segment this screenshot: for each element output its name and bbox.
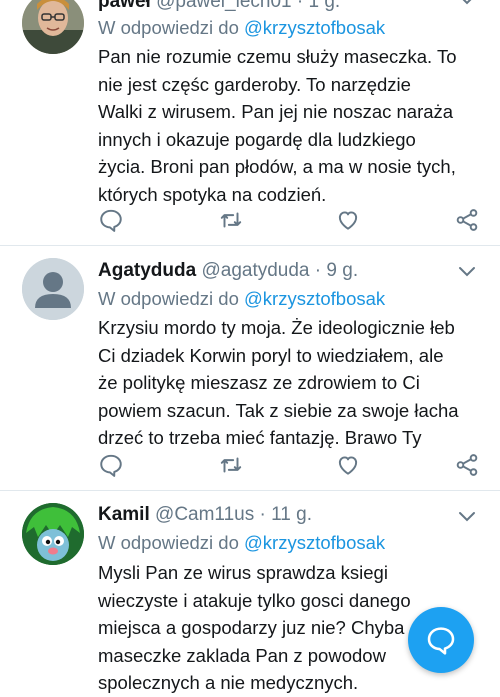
text-line: spolecznych a nie medycznych. [98, 672, 359, 693]
text-line: powiem szacun. Tak z siebie za swoje łac… [98, 399, 459, 421]
cartoon-character-avatar [22, 503, 84, 565]
display-name[interactable]: Kamil [98, 504, 150, 525]
text-line: że politykę mieszasz ze zdrowiem to Ci [98, 372, 420, 393]
reply-icon[interactable] [98, 452, 124, 478]
retweet-icon[interactable] [218, 452, 244, 478]
tweet-2[interactable]: Agatyduda @agatyduda · 9 g. W odpowiedzi… [0, 246, 500, 490]
text-line: Pan nie rozumie czemu służy maseczka. To [98, 46, 457, 67]
tweet-header: paweł @pawel_lech01 · 1 g. [98, 0, 340, 14]
time-separator: · [291, 0, 309, 12]
display-name[interactable]: paweł [98, 0, 151, 12]
text-line: Mysli Pan ze wirus sprawdza ksiegi [98, 562, 388, 583]
share-icon[interactable] [454, 207, 480, 233]
action-bar [0, 452, 500, 478]
more-chevron-down-icon[interactable] [458, 0, 476, 6]
timestamp[interactable]: 1 g. [308, 0, 340, 12]
text-line: nie jest częśc garderoby. To narzędzie [98, 73, 411, 95]
reply-context: W odpowiedzi do @krzysztofbosak [98, 531, 385, 555]
reply-prefix: W odpowiedzi do [98, 288, 245, 309]
reply-mention-link[interactable]: @krzysztofbosak [244, 17, 385, 38]
handle[interactable]: @Cam11us [155, 504, 254, 525]
reply-mention-link[interactable]: @krzysztofbosak [244, 532, 385, 553]
text-line: Walki z wirusem. Pan jej nie noszac nara… [98, 101, 454, 122]
reply-prefix: W odpowiedzi do [98, 17, 245, 38]
text-line: życia. Broni pan płodów, a ma w nosie ty… [98, 156, 456, 177]
more-chevron-down-icon[interactable] [458, 266, 476, 278]
tweet-text: Krzysiu mordo ty moja. Że ideologicznie … [98, 314, 488, 452]
tweet-header: Kamil @Cam11us · 11 g. [98, 503, 312, 527]
text-line: Ci dziadek Korwin poryl to wiedziałem, a… [98, 344, 444, 366]
like-heart-icon[interactable] [335, 207, 361, 233]
like-heart-icon[interactable] [335, 452, 361, 478]
more-chevron-down-icon[interactable] [458, 511, 476, 523]
text-line: Krzysiu mordo ty moja. Że ideologicznie … [98, 317, 455, 338]
default-avatar-icon [22, 258, 84, 320]
compose-reply-button[interactable] [408, 607, 474, 673]
reply-context: W odpowiedzi do @krzysztofbosak [98, 287, 385, 311]
text-line: drzeć to trzeba mieć fantazję. Brawo Ty [98, 427, 422, 448]
handle[interactable]: @agatyduda [201, 260, 309, 281]
timestamp[interactable]: 11 g. [271, 504, 312, 525]
reply-context: W odpowiedzi do @krzysztofbosak [98, 16, 385, 40]
avatar[interactable] [22, 503, 84, 565]
tweet-text: Pan nie rozumie czemu służy maseczka. To… [98, 43, 488, 208]
timestamp[interactable]: 9 g. [326, 260, 358, 281]
avatar[interactable] [22, 258, 84, 320]
share-icon[interactable] [454, 452, 480, 478]
display-name[interactable]: Agatyduda [98, 260, 196, 281]
compose-reply-icon [427, 627, 455, 655]
avatar[interactable] [22, 0, 84, 54]
text-line: których spotyka na codzień. [98, 183, 327, 205]
action-bar [0, 207, 500, 233]
time-separator: · [254, 504, 272, 525]
retweet-icon[interactable] [218, 207, 244, 233]
reply-prefix: W odpowiedzi do [98, 532, 245, 553]
time-separator: · [309, 260, 327, 281]
reply-icon[interactable] [98, 207, 124, 233]
tweet-1[interactable]: paweł @pawel_lech01 · 1 g. W odpowiedzi … [0, 0, 500, 244]
handle[interactable]: @pawel_lech01 [156, 0, 292, 12]
user-photo-avatar [22, 0, 84, 54]
text-line: innych i okazuje pogardę dla ludzkiego [98, 128, 416, 150]
reply-mention-link[interactable]: @krzysztofbosak [244, 288, 385, 309]
tweet-header: Agatyduda @agatyduda · 9 g. [98, 259, 358, 283]
